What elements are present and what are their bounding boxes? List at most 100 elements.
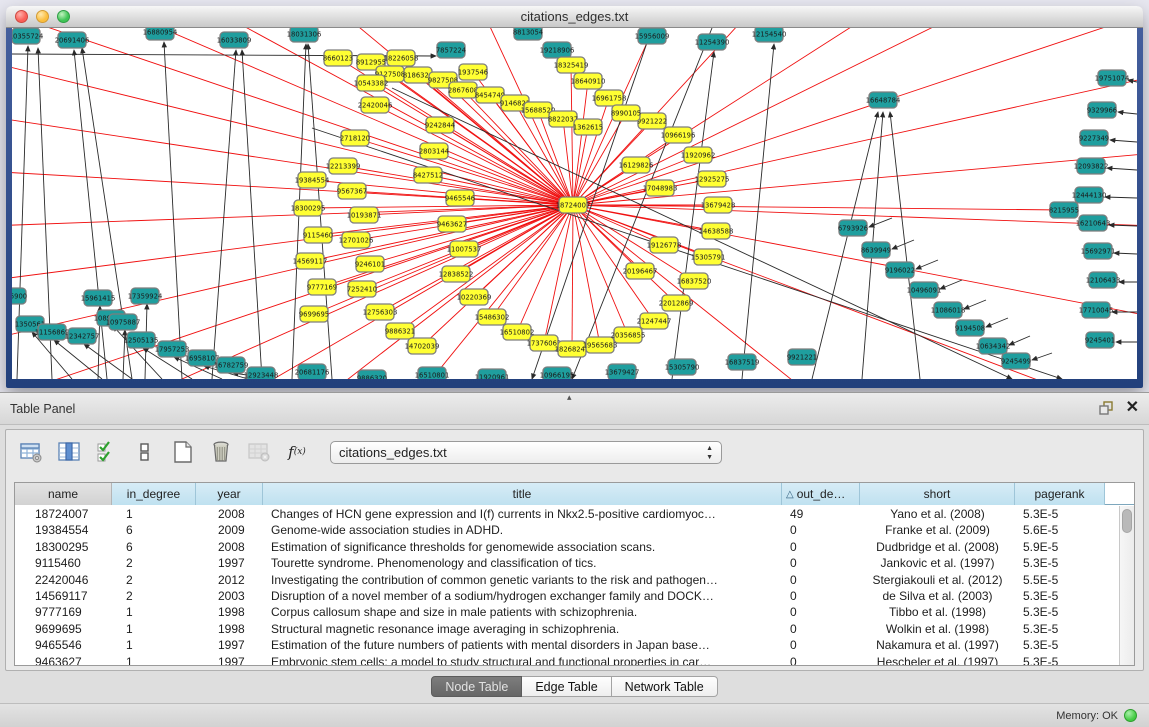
graph-node[interactable]: 11920961 [475, 369, 510, 379]
graph-node[interactable]: 18226058 [384, 50, 419, 66]
graph-node[interactable]: 10543382 [354, 75, 389, 91]
graph-node[interactable]: 19384554 [295, 172, 330, 188]
graph-node[interactable]: 15692971 [1081, 243, 1116, 259]
graph-node[interactable]: 9242844 [425, 117, 455, 133]
citation-network-graph[interactable]: 1035572420691406168809541603380918031306… [12, 28, 1137, 379]
graph-node[interactable]: 9567367 [337, 183, 367, 199]
graph-node[interactable]: 19126778 [647, 237, 682, 253]
column-header-short[interactable]: short [860, 483, 1015, 505]
graph-node[interactable]: 9194508 [955, 320, 985, 336]
graph-node[interactable]: 10966195 [540, 367, 575, 379]
table-row[interactable]: 969969511998Structural magnetic resonanc… [15, 621, 1119, 637]
select-all-icon[interactable] [94, 439, 120, 465]
graph-node[interactable]: 11254390 [695, 34, 730, 50]
graph-node[interactable]: 16510802 [500, 324, 535, 340]
graph-node[interactable]: 2803144 [419, 143, 449, 159]
graph-node[interactable]: 11086018 [931, 302, 966, 318]
graph-node[interactable]: 8639949 [861, 242, 891, 258]
graph-node[interactable]: 13679427 [605, 364, 640, 379]
graph-node[interactable]: 22420046 [358, 97, 393, 113]
graph-node[interactable]: 9115460 [303, 227, 333, 243]
graph-node[interactable]: 9329966 [1087, 102, 1117, 118]
graph-node[interactable]: 7252410 [347, 281, 377, 297]
graph-node[interactable]: 9227349 [1079, 130, 1109, 146]
new-column-icon[interactable] [170, 439, 196, 465]
graph-node[interactable]: 16210643 [1076, 215, 1111, 231]
graph-node[interactable]: 17710045 [1079, 302, 1114, 318]
graph-node[interactable]: 17048983 [643, 180, 678, 196]
table-row[interactable]: 2242004622012Investigating the contribut… [15, 572, 1119, 588]
graph-node[interactable]: 18300295 [291, 200, 326, 216]
graph-node[interactable]: 16837519 [725, 354, 760, 370]
graph-node[interactable]: 15961415 [81, 290, 116, 306]
graph-node[interactable]: 11007537 [447, 241, 482, 257]
graph-node[interactable]: 19218906 [540, 42, 575, 58]
graph-node[interactable]: 10193871 [347, 207, 382, 223]
graph-node[interactable]: 16880954 [143, 28, 178, 40]
column-header-in_degree[interactable]: in_degree [112, 483, 196, 505]
graph-node[interactable]: 16129826 [619, 157, 654, 173]
function-builder-icon[interactable]: f(x) [284, 439, 310, 465]
table-vertical-scrollbar[interactable] [1119, 506, 1134, 665]
graph-node[interactable]: 10355724 [12, 28, 43, 44]
window-titlebar[interactable]: citations_edges.txt [6, 6, 1143, 28]
graph-node[interactable]: 15956009 [635, 28, 670, 44]
unselect-rows-icon[interactable] [132, 439, 158, 465]
graph-node[interactable]: 8813054 [513, 28, 543, 40]
graph-node[interactable]: 8990105 [611, 105, 641, 121]
graph-node[interactable]: 12342757 [65, 328, 100, 344]
table-row[interactable]: 1938455462009Genome-wide association stu… [15, 522, 1119, 538]
graph-node[interactable]: 2718120 [340, 130, 370, 146]
graph-node[interactable]: 12701026 [339, 232, 374, 248]
graph-node[interactable]: 10975887 [106, 314, 141, 330]
graph-node[interactable]: 22012869 [659, 295, 694, 311]
graph-node[interactable]: 15305790 [665, 359, 700, 375]
column-header-title[interactable]: title [263, 483, 782, 505]
graph-node[interactable]: 21247447 [637, 313, 672, 329]
graph-node[interactable]: 10966196 [661, 127, 696, 143]
graph-node[interactable]: 17359924 [128, 288, 163, 304]
graph-node[interactable]: 8215955 [1049, 202, 1079, 218]
column-header-pagerank[interactable]: pagerank [1015, 483, 1105, 505]
graph-node[interactable]: 18640910 [571, 73, 606, 89]
table-row[interactable]: 1456911722003Disruption of a novel membe… [15, 588, 1119, 604]
graph-node[interactable]: 12756303 [363, 304, 398, 320]
graph-node[interactable]: 8660123 [323, 50, 353, 66]
column-visibility-icon[interactable] [56, 439, 82, 465]
hub-node[interactable]: 18724007 [556, 197, 591, 213]
table-row[interactable]: 1872400712008Changes of HCN gene express… [15, 506, 1119, 522]
graph-node[interactable]: 9463627 [437, 216, 467, 232]
graph-node[interactable]: 8427512 [413, 167, 443, 183]
graph-node[interactable]: 12923448 [244, 367, 279, 379]
graph-node[interactable]: 18325419 [554, 57, 589, 73]
table-mode-icon[interactable] [18, 439, 44, 465]
graph-node[interactable]: 11920962 [681, 147, 716, 163]
graph-node[interactable]: 9699695 [299, 306, 329, 322]
table-panel-titlebar[interactable]: Table Panel ▴ ✕ [0, 393, 1149, 425]
graph-node[interactable]: 16510801 [415, 367, 450, 379]
graph-node[interactable]: 20691406 [55, 32, 90, 48]
column-header-year[interactable]: year [196, 483, 263, 505]
table-row[interactable]: 1830029562008Estimation of significance … [15, 539, 1119, 555]
graph-node[interactable]: 16837520 [677, 273, 712, 289]
graph-node[interactable]: 9196022 [885, 262, 915, 278]
tab-node-table[interactable]: Node Table [431, 676, 522, 697]
column-header-name[interactable]: name [15, 483, 112, 505]
column-header-out_de[interactable]: △out_de… [782, 483, 860, 505]
float-panel-icon[interactable] [1098, 400, 1114, 416]
graph-node[interactable]: 15486302 [475, 309, 510, 325]
graph-node[interactable]: 9246101 [355, 256, 385, 272]
graph-node[interactable]: 12505135 [124, 332, 159, 348]
graph-node[interactable]: 16033809 [217, 32, 252, 48]
graph-node[interactable]: 13679428 [701, 197, 736, 213]
graph-node[interactable]: 12925275 [695, 171, 730, 187]
graph-node[interactable]: 10496091 [907, 282, 942, 298]
tab-network-table[interactable]: Network Table [612, 676, 718, 697]
graph-node[interactable]: 16648784 [866, 92, 901, 108]
close-panel-icon[interactable]: ✕ [1126, 399, 1139, 417]
graph-node[interactable]: 2867608 [448, 82, 478, 98]
graph-node[interactable]: 20356855 [611, 327, 646, 343]
panel-resize-grip-icon[interactable]: ▴ [567, 392, 572, 403]
graph-node[interactable]: 14702039 [405, 338, 440, 354]
graph-node[interactable]: 12093822 [1074, 158, 1109, 174]
